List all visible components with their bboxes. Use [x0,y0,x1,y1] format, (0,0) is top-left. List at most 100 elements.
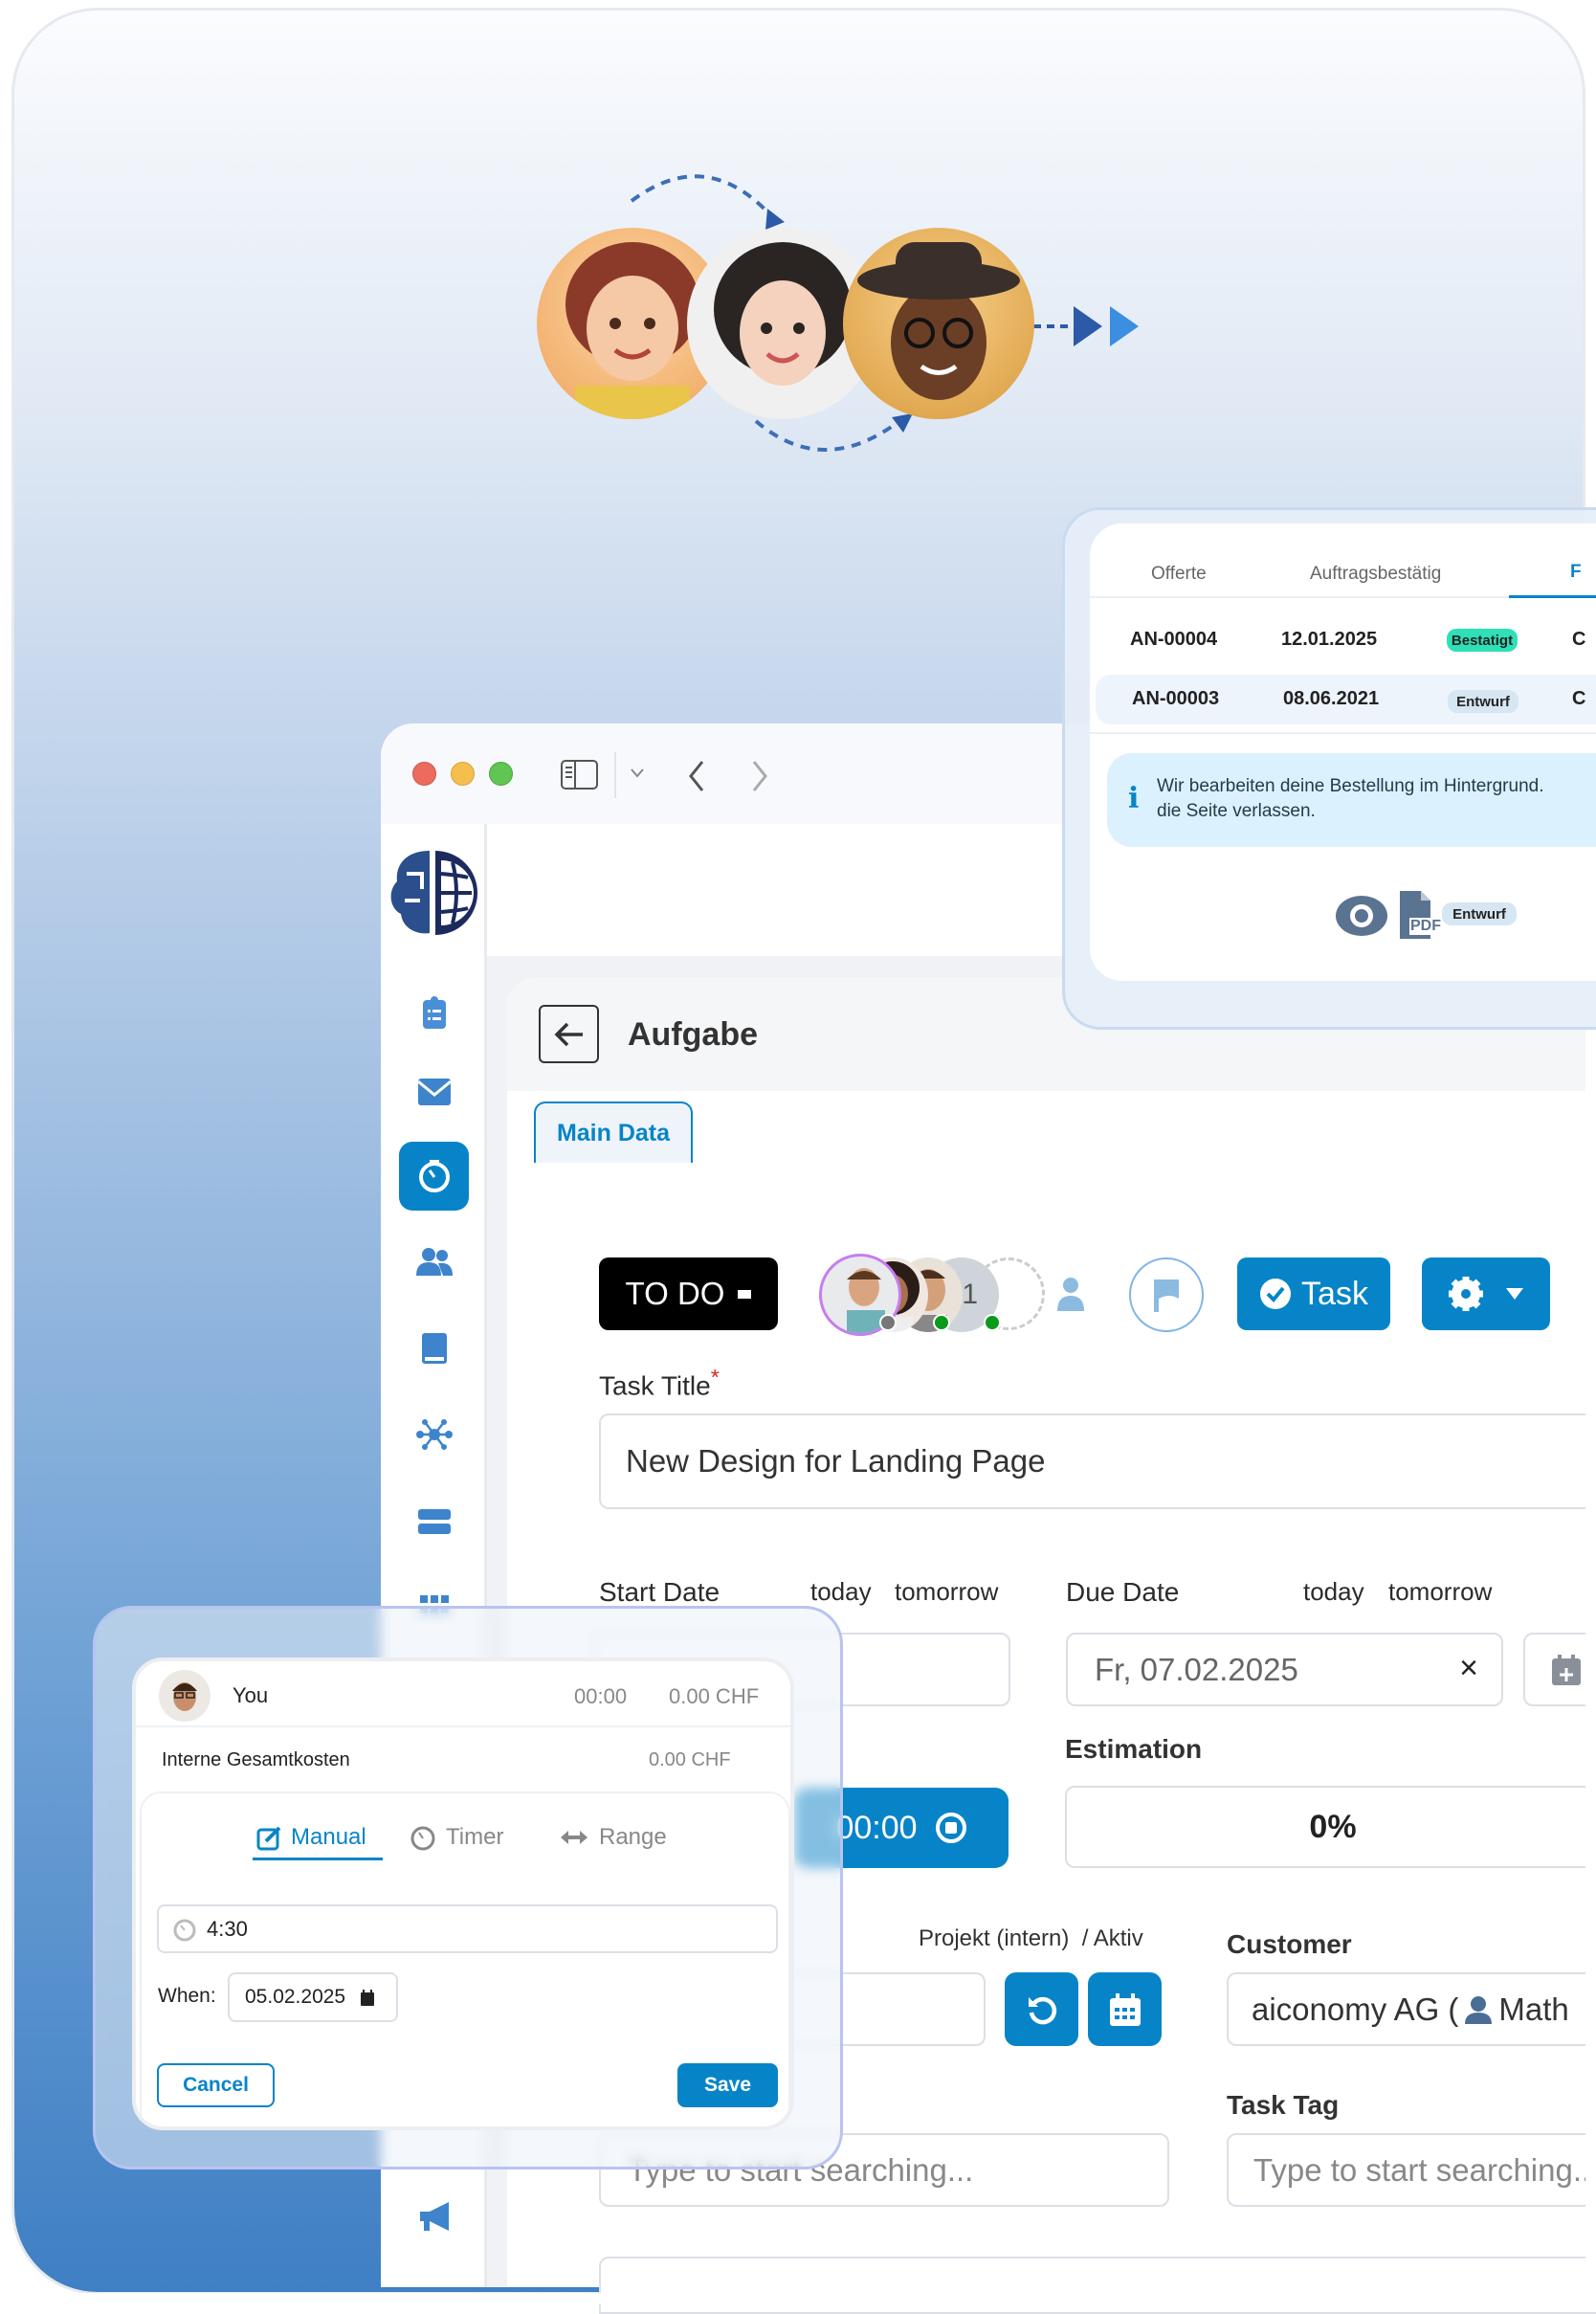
back-button[interactable] [539,1005,599,1063]
maximize-window-button[interactable] [489,762,513,786]
close-window-button[interactable] [412,762,436,786]
tab-active[interactable]: F [1570,562,1582,583]
sidebar-item-network[interactable] [381,1419,487,1450]
chevron-down-icon[interactable] [630,768,645,779]
flag-icon [1154,1279,1179,1312]
table-row[interactable]: AN-00003 08.06.2021 Entwurf C [1096,675,1596,724]
clear-date-button[interactable]: × [1459,1650,1478,1687]
play-icon [1074,306,1102,346]
check-circle-icon [1260,1279,1292,1309]
priority-flag-button[interactable] [1129,1257,1204,1332]
arrow-head [765,209,785,230]
user-icon [1465,1995,1493,2024]
total-cost-label: Interne Gesamtkosten [162,1749,350,1770]
dashed-arrow-top [630,174,777,222]
quote-panel: Offerte Auftragsbestätig F AN-00004 12.0… [1062,507,1596,1030]
tab-manual[interactable]: Manual [256,1820,366,1855]
eye-icon[interactable] [1335,895,1388,937]
when-date-input[interactable]: 05.02.2025 [228,1972,398,2022]
brain-globe-logo [390,851,477,935]
timer-value: 00:00 [835,1809,918,1846]
sidebar-toggle-icon[interactable] [561,760,599,790]
time-entry-card: You 00:00 0.00 CHF Interne Gesamtkosten … [132,1658,794,2130]
editor-toolbar [599,2257,1596,2314]
calendar-icon [1109,1992,1141,2026]
stopwatch-icon [410,1826,435,1851]
sidebar-item-book[interactable] [381,1333,487,1364]
estimation-progress[interactable]: 0% [1065,1786,1596,1868]
status-badge: Entwurf [1448,690,1518,713]
arrow-left-icon [554,1022,583,1046]
start-date-label: Start Date [599,1577,720,1607]
customer-select[interactable]: aiconomy AG (Math [1227,1972,1596,2046]
status-label: TO DO [625,1276,725,1311]
calendar-icon [361,1989,375,2006]
task-title-input[interactable]: New Design for Landing Page [599,1413,1596,1509]
envelope-icon [417,1079,451,1105]
customer-label: Customer [1227,1929,1352,1959]
sidebar-item-server[interactable] [381,1509,487,1534]
project-calendar-button[interactable] [1088,1972,1162,2046]
stopwatch-icon [173,1919,196,1941]
book-icon [421,1333,447,1364]
cancel-button[interactable]: Cancel [157,2063,275,2107]
avatar-man [843,228,1034,419]
pdf-icon[interactable]: PDF [1398,889,1444,939]
tracked-time: 00:00 [574,1684,628,1708]
when-label: When: [158,1985,216,2007]
tracked-cost: 0.00 CHF [669,1684,760,1708]
settings-dropdown-button[interactable] [1422,1257,1550,1330]
server-icon [417,1509,451,1534]
due-today-link[interactable]: today [1303,1577,1364,1607]
minimize-window-button[interactable] [451,762,475,786]
table-row[interactable]: AN-00004 12.01.2025 Bestatigt C [1090,615,1596,665]
start-tomorrow-link[interactable]: tomorrow [895,1577,998,1607]
page-title: Aufgabe [628,1016,758,1053]
estimation-label: Estimation [1065,1734,1203,1764]
network-icon [415,1419,453,1450]
sidebar-item-mail[interactable] [381,1079,487,1105]
user-icon [1057,1278,1084,1311]
start-today-link[interactable]: today [810,1577,872,1607]
task-tag-input[interactable]: Type to start searching... [1227,2133,1596,2207]
due-date-value: Fr, 07.02.2025 [1095,1651,1298,1687]
tab-auftragsbestaetigung[interactable]: Auftragsbestätig [1310,564,1441,585]
project-label: Projekt (intern) / Aktiv [919,1925,1143,1951]
status-dot-offline [879,1314,897,1331]
assignees[interactable]: +1 [819,1254,1106,1336]
status-dropdown[interactable]: TO DO [599,1257,778,1330]
forward-nav-icon[interactable] [750,760,769,792]
back-nav-icon[interactable] [687,760,706,792]
sidebar-item-announcements[interactable] [381,2202,487,2231]
info-text-line2: die Seite verlassen. [1157,801,1316,821]
tab-range[interactable]: Range [561,1820,667,1855]
info-text-line1: Wir bearbeiten deine Bestellung im Hinte… [1157,776,1544,796]
sidebar-item-contacts[interactable] [381,1247,487,1276]
task-title-label: Task Title* [599,1365,720,1401]
tab-main-data[interactable]: Main Data [534,1101,693,1163]
arrows-horizontal-icon [561,1831,587,1844]
gear-icon [1449,1277,1483,1311]
sidebar-item-time-tracking[interactable] [399,1142,469,1211]
status-badge: Bestatigt [1447,629,1518,652]
sidebar-item-tasks[interactable] [381,996,487,1029]
stopwatch-icon [418,1160,450,1192]
due-tomorrow-link[interactable]: tomorrow [1388,1577,1492,1607]
total-cost-value: 0.00 CHF [649,1749,731,1770]
tab-timer[interactable]: Timer [410,1820,503,1855]
megaphone-icon [419,2202,449,2231]
task-type-button[interactable]: Task [1237,1257,1390,1330]
active-tab-underline [253,1858,383,1860]
caret-down-icon [1506,1288,1523,1300]
tab-offerte[interactable]: Offerte [1151,564,1207,585]
duration-input[interactable]: 4:30 [157,1904,778,1953]
minus-icon [738,1289,752,1299]
doc-status-badge: Entwurf [1442,902,1517,925]
status-dot-online [933,1314,950,1331]
save-button[interactable]: Save [677,2063,778,2107]
undo-icon [1028,1996,1056,2024]
due-date-label: Due Date [1066,1577,1180,1607]
due-date-input[interactable]: Fr, 07.02.2025 × [1066,1633,1503,1706]
reset-project-button[interactable] [1005,1972,1078,2046]
calendar-plus-icon [1552,1654,1581,1685]
